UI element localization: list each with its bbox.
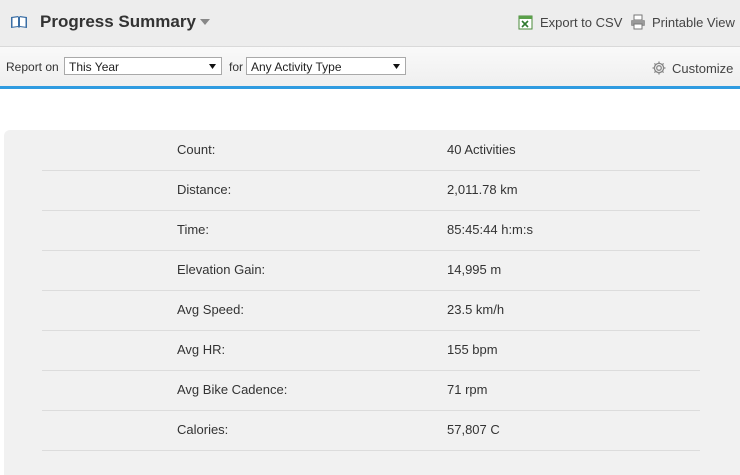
printable-view-button[interactable]: Printable View	[630, 14, 735, 30]
summary-value: 71 rpm	[447, 382, 488, 397]
summary-value: 40 Activities	[447, 142, 516, 157]
summary-value: 2,011.78 km	[447, 182, 518, 197]
summary-panel: Count: 40 Activities Distance: 2,011.78 …	[4, 130, 740, 475]
summary-row-count: Count: 40 Activities	[42, 130, 700, 171]
summary-label: Calories:	[177, 422, 229, 437]
period-select[interactable]: This Year	[64, 57, 222, 75]
summary-label: Time:	[177, 222, 210, 237]
summary-value: 23.5 km/h	[447, 302, 505, 317]
customize-label: Customize	[672, 60, 734, 76]
summary-value: 85:45:44 h:m:s	[447, 222, 533, 237]
summary-value: 155 bpm	[447, 342, 498, 357]
chevron-down-icon[interactable]	[200, 19, 210, 25]
spreadsheet-icon	[518, 15, 533, 30]
dropdown-arrow-icon	[393, 64, 400, 69]
summary-label: Elevation Gain:	[177, 262, 266, 277]
summary-row-elevation-gain: Elevation Gain: 14,995 m	[42, 250, 700, 291]
summary-value: 14,995 m	[447, 262, 502, 277]
page-header: Progress Summary Export to CSV Printable…	[0, 0, 740, 47]
summary-label: Avg HR:	[177, 342, 226, 357]
export-csv-label: Export to CSV	[540, 14, 623, 30]
for-label: for	[229, 60, 244, 74]
activity-type-select[interactable]: Any Activity Type	[246, 57, 406, 75]
summary-row-avg-bike-cadence: Avg Bike Cadence: 71 rpm	[42, 370, 700, 411]
gear-icon	[652, 61, 666, 75]
summary-value: 57,807 C	[447, 422, 500, 437]
book-icon	[11, 16, 27, 28]
customize-button[interactable]: Customize	[651, 60, 733, 76]
filter-bar: Report on This Year for Any Activity Typ…	[0, 47, 740, 89]
summary-row-calories: Calories: 57,807 C	[42, 410, 700, 451]
export-csv-button[interactable]: Export to CSV	[518, 14, 622, 30]
summary-label: Avg Speed:	[177, 302, 244, 317]
printer-icon	[631, 14, 645, 30]
printable-view-label: Printable View	[652, 14, 735, 30]
summary-label: Avg Bike Cadence:	[177, 382, 288, 397]
activity-type-select-value: Any Activity Type	[251, 60, 342, 74]
summary-row-distance: Distance: 2,011.78 km	[42, 170, 700, 211]
report-on-label: Report on	[6, 60, 59, 74]
summary-row-avg-speed: Avg Speed: 23.5 km/h	[42, 290, 700, 331]
summary-row-time: Time: 85:45:44 h:m:s	[42, 210, 700, 251]
page-title: Progress Summary	[40, 12, 196, 31]
period-select-value: This Year	[69, 60, 120, 74]
summary-label: Count:	[177, 142, 216, 157]
dropdown-arrow-icon	[209, 64, 216, 69]
summary-row-avg-hr: Avg HR: 155 bpm	[42, 330, 700, 371]
summary-label: Distance:	[177, 182, 232, 197]
